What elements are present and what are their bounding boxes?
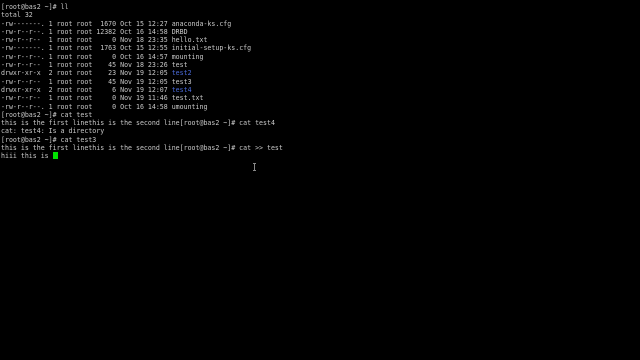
line-text: [root@bas2 ~]# cat test — [1, 110, 93, 119]
terminal-window[interactable]: [root@bas2 ~]# ll total 32 -rw-------. 1 r… — [0, 0, 640, 360]
terminal-line: drwxr-xr-x 2 root root 23 Nov 19 12:05 t… — [1, 69, 640, 77]
file-attributes: -rw-r--r--. 1 root root 12382 Oct 16 14:… — [1, 27, 172, 36]
directory-name: test2 — [171, 69, 192, 78]
terminal-line: -rw-r--r-- 1 root root 45 Nov 19 12:05 t… — [1, 78, 640, 86]
terminal-line: -rw-r--r--. 1 root root 0 Oct 16 14:57 m… — [1, 53, 640, 61]
file-name: initial-setup-ks.cfg — [171, 44, 252, 53]
file-name: umounting — [171, 102, 208, 111]
file-name: mounting — [171, 52, 204, 61]
file-attributes: -rw-r--r-- 1 root root 0 Nov 18 23:35 — [1, 36, 172, 45]
file-name: DRBD — [171, 27, 188, 36]
line-text: [root@bas2 ~]# cat test3 — [1, 135, 97, 144]
file-attributes: -rw-r--r-- 1 root root 45 Nov 18 23:26 — [1, 61, 172, 70]
terminal-line: total 32 — [1, 11, 640, 19]
file-attributes: drwxr-xr-x 2 root root 23 Nov 19 12:05 — [1, 69, 172, 78]
file-attributes: -rw-------. 1 root root 1763 Oct 15 12:5… — [1, 44, 172, 53]
directory-name: test4 — [171, 85, 192, 94]
terminal-line: -rw-------. 1 root root 1763 Oct 15 12:5… — [1, 44, 640, 52]
file-name: anaconda-ks.cfg — [171, 19, 232, 28]
terminal-line: hiii this is — [1, 152, 640, 160]
line-text: [root@bas2 ~]# ll — [1, 3, 69, 11]
terminal-line: [root@bas2 ~]# ll — [1, 3, 640, 11]
terminal-line: -rw-r--r-- 1 root root 45 Nov 18 23:26 t… — [1, 61, 640, 69]
terminal-line: [root@bas2 ~]# cat test3 — [1, 136, 640, 144]
line-text: this is the first linethis is the second… — [1, 119, 275, 128]
line-text: cat: test4: Is a directory — [1, 127, 105, 136]
file-attributes: -rw-r--r-- 1 root root 45 Nov 19 12:05 — [1, 77, 172, 86]
file-attributes: -rw-r--r--. 1 root root 0 Oct 16 14:58 — [1, 102, 172, 111]
file-name: test3 — [171, 77, 192, 86]
line-text: total 32 — [1, 11, 33, 20]
terminal-line: this is the first linethis is the second… — [1, 144, 640, 152]
terminal-line: -rw-------. 1 root root 1670 Oct 15 12:2… — [1, 20, 640, 28]
line-text: hiii this is — [1, 152, 53, 161]
terminal-line: [root@bas2 ~]# cat test — [1, 111, 640, 119]
terminal-line: this is the first linethis is the second… — [1, 119, 640, 127]
terminal-line: -rw-r--r-- 1 root root 0 Nov 19 11:46 te… — [1, 94, 640, 102]
terminal-cursor — [52, 152, 58, 160]
terminal-line: -rw-r--r--. 1 root root 12382 Oct 16 14:… — [1, 28, 640, 36]
file-name: test — [171, 61, 188, 70]
line-text: this is the first linethis is the second… — [1, 144, 283, 153]
file-name: test.txt — [171, 94, 204, 103]
terminal-line: drwxr-xr-x 2 root root 6 Nov 19 12:07 te… — [1, 86, 640, 94]
file-attributes: drwxr-xr-x 2 root root 6 Nov 19 12:07 — [1, 85, 172, 94]
file-attributes: -rw-r--r--. 1 root root 0 Oct 16 14:57 — [1, 52, 172, 61]
file-name: hello.txt — [171, 36, 208, 45]
terminal-line: -rw-r--r--. 1 root root 0 Oct 16 14:58 u… — [1, 103, 640, 111]
file-attributes: -rw-r--r-- 1 root root 0 Nov 19 11:46 — [1, 94, 172, 103]
file-attributes: -rw-------. 1 root root 1670 Oct 15 12:2… — [1, 19, 172, 28]
terminal-line: -rw-r--r-- 1 root root 0 Nov 18 23:35 he… — [1, 36, 640, 44]
terminal-line: cat: test4: Is a directory — [1, 127, 640, 135]
text-cursor-icon — [253, 163, 256, 171]
terminal-output: [root@bas2 ~]# ll total 32 -rw-------. 1 r… — [1, 3, 640, 161]
